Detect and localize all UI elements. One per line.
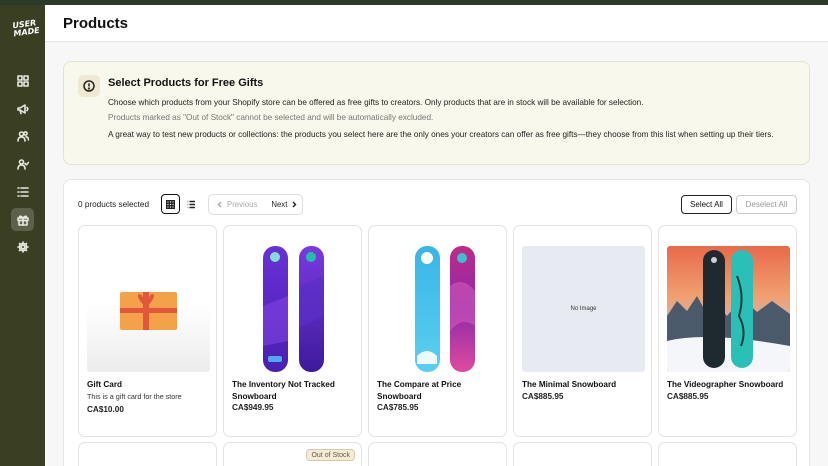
sidebar-item-campaigns[interactable] — [11, 97, 34, 120]
product-price: CA$885.95 — [522, 392, 564, 401]
product-image-gift-card — [87, 246, 210, 372]
product-card[interactable] — [513, 442, 652, 466]
grid-icon — [166, 199, 175, 209]
deselect-all-button[interactable]: Deselect All — [736, 195, 797, 214]
megaphone-icon — [16, 103, 29, 114]
view-toggle — [161, 194, 201, 214]
product-card[interactable]: Out of Stock — [223, 442, 362, 466]
product-name: Gift Card — [87, 380, 123, 389]
chevron-left-icon — [217, 201, 222, 208]
list-icon — [16, 186, 29, 197]
product-image-snowboard — [667, 246, 790, 372]
product-card[interactable] — [368, 442, 507, 466]
list-view-button[interactable] — [182, 194, 201, 214]
sidebar-item-dashboard[interactable] — [11, 69, 34, 92]
product-price: CA$885.95 — [667, 392, 709, 401]
sidebar-item-creators[interactable] — [11, 124, 34, 147]
product-card[interactable]: The Compare at Price Snowboard CA$785.95 — [368, 225, 507, 437]
banner-out-of-stock-note: Products marked as "Out of Stock" cannot… — [108, 113, 434, 122]
product-name: The Compare at Price Snowboard — [377, 380, 462, 401]
page-title: Products — [63, 15, 129, 32]
user-check-icon — [16, 158, 29, 170]
users-icon — [16, 130, 29, 142]
product-card[interactable] — [658, 442, 797, 466]
info-banner: Select Products for Free Gifts Choose wh… — [63, 61, 810, 165]
no-image-label: No Image — [522, 246, 645, 372]
banner-title: Select Products for Free Gifts — [108, 77, 264, 89]
product-name: The Minimal Snowboard — [522, 380, 617, 389]
sidebar: USER MADE — [0, 5, 45, 466]
product-price: CA$785.95 — [377, 403, 419, 412]
product-price: CA$949.95 — [232, 403, 274, 412]
sidebar-item-gifts[interactable] — [11, 208, 34, 231]
product-card[interactable]: No Image The Minimal Snowboard CA$885.95 — [513, 225, 652, 437]
main-content: Products Select Products for Free Gifts … — [45, 5, 828, 466]
product-image-snowboard — [232, 246, 355, 372]
product-card[interactable]: The Videographer Snowboard CA$885.95 — [658, 225, 797, 437]
product-card[interactable]: Gift Card This is a gift card for the st… — [78, 225, 217, 437]
pagination: Previous Next — [208, 194, 303, 215]
select-all-button[interactable]: Select All — [681, 195, 732, 214]
gear-icon — [16, 240, 29, 253]
product-name: The Videographer Snowboard — [667, 380, 784, 389]
product-image-snowboard — [377, 246, 500, 372]
next-page-button[interactable]: Next — [271, 200, 297, 209]
products-panel: 0 products selected Previous Next Select… — [63, 179, 810, 466]
list-icon — [187, 200, 195, 208]
previous-label: Previous — [227, 200, 258, 209]
product-card[interactable] — [78, 442, 217, 466]
banner-tip: A great way to test new products or coll… — [108, 130, 774, 139]
previous-page-button[interactable]: Previous — [217, 200, 257, 209]
grid-icon — [16, 74, 29, 87]
grid-view-button[interactable] — [161, 194, 180, 214]
banner-description: Choose which products from your Shopify … — [108, 98, 644, 107]
gift-icon — [16, 214, 29, 226]
chevron-right-icon — [292, 201, 297, 208]
info-icon — [78, 75, 100, 97]
next-label: Next — [271, 200, 288, 209]
selected-count: 0 products selected — [78, 200, 150, 209]
product-name: The Inventory Not Tracked Snowboard — [232, 380, 335, 401]
out-of-stock-badge: Out of Stock — [306, 449, 355, 461]
product-image-placeholder: No Image — [522, 246, 645, 372]
product-card[interactable]: The Inventory Not Tracked Snowboard CA$9… — [223, 225, 362, 437]
product-price: CA$10.00 — [87, 405, 124, 414]
sidebar-item-settings[interactable] — [11, 235, 34, 258]
app-logo[interactable]: USER MADE — [12, 18, 40, 38]
page-header: Products — [45, 5, 828, 42]
product-description: This is a gift card for the store — [87, 392, 182, 401]
sidebar-item-lists[interactable] — [11, 180, 34, 203]
sidebar-item-invites[interactable] — [11, 152, 34, 175]
